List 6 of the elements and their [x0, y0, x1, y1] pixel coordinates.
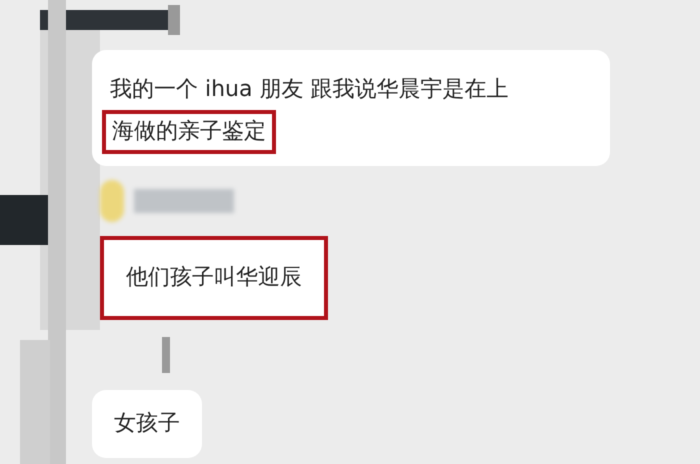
message-text: 我的一个 ihua 朋友 跟我说华晨宇是在上 [109, 76, 510, 104]
message-text: 他们孩子叫华迎辰 [125, 264, 303, 292]
message-text: 海做的亲子鉴定 [102, 110, 276, 154]
divider-mark [162, 337, 170, 373]
message-text: 女孩子 [113, 410, 181, 438]
avatar-icon [100, 180, 124, 222]
